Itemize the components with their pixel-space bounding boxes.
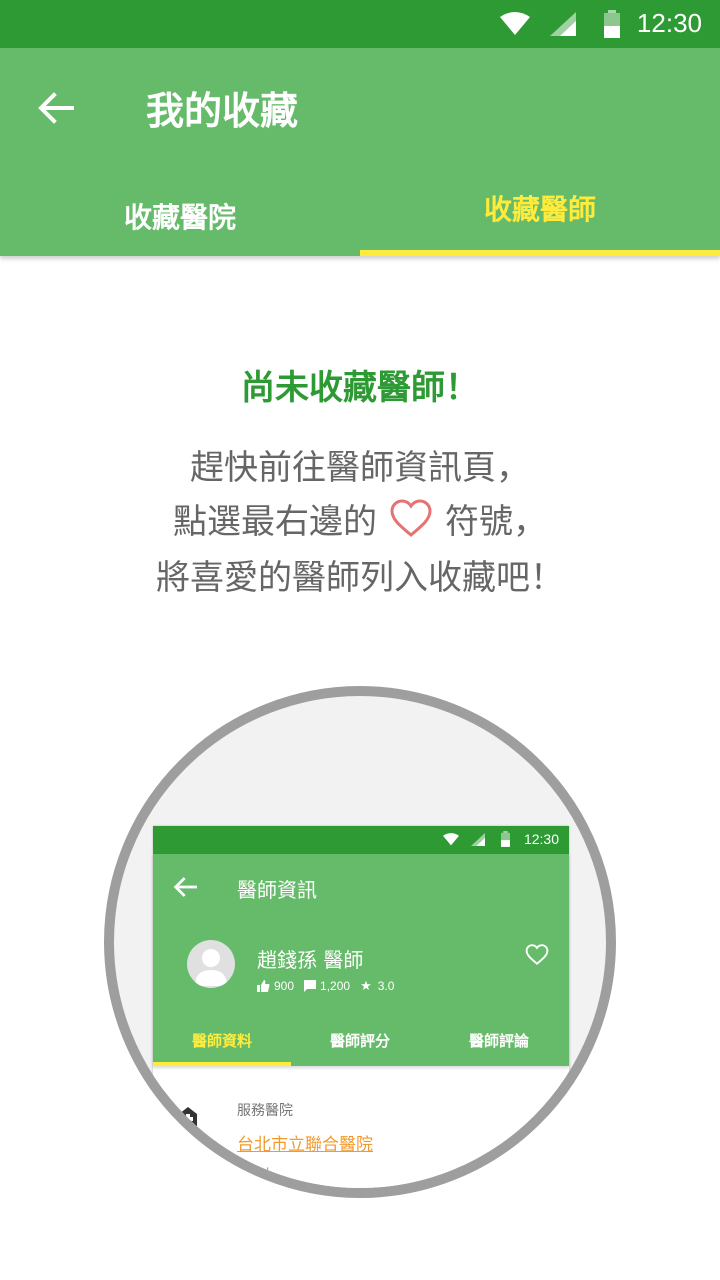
empty-state-line-3: 將喜愛的醫師列入收藏吧！	[156, 558, 564, 598]
comments-stat: 1,200	[304, 979, 350, 993]
empty-state-line-1: 趕快前往醫師資訊頁，	[190, 448, 530, 488]
hospital-icon	[179, 1107, 197, 1128]
illustration-stats: 900 1,200 ★ 3.0	[257, 978, 404, 994]
tab-favorite-hospitals[interactable]: 收藏醫院	[0, 176, 360, 256]
illustration-screen: 12:30 醫師資訊 趙錢孫 醫師 900 1,200 ★ 3.0 醫師資料 醫…	[153, 826, 569, 1188]
back-arrow-icon	[173, 877, 197, 897]
thumb-up-icon	[257, 980, 270, 992]
battery-icon	[501, 831, 510, 847]
illustration-field-label: 服務醫院	[237, 1103, 293, 1119]
comments-count: 1,200	[320, 979, 351, 993]
signal-icon	[550, 12, 576, 36]
illustration-tab-reviews: 醫師評論	[468, 1032, 529, 1050]
avatar-icon	[187, 940, 235, 988]
heart-outline-icon	[389, 499, 433, 548]
app-bar: 我的收藏 收藏醫院 收藏醫師	[0, 48, 720, 256]
empty-state-line-2: 點選最右邊的 符號，	[0, 494, 720, 548]
illustration-tab-score: 醫師評分	[329, 1032, 390, 1050]
tab-label: 收藏醫師	[483, 193, 596, 226]
back-button[interactable]	[26, 80, 86, 136]
status-bar: 12:30	[0, 0, 720, 48]
star-icon: ★	[360, 978, 372, 993]
illustration-app-bar: 醫師資訊 趙錢孫 醫師 900 1,200 ★ 3.0 醫師資料 醫師評分 醫師…	[153, 854, 569, 1066]
likes-count: 900	[274, 979, 295, 993]
tab-label: 收藏醫院	[123, 201, 236, 234]
illustration-status-time: 12:30	[523, 831, 559, 847]
tab-favorite-doctors[interactable]: 收藏醫師	[360, 176, 720, 256]
illustration-hospital-link: 台北市立聯合醫院	[237, 1135, 373, 1155]
wifi-icon	[443, 833, 459, 846]
illustration-tab-info: 醫師資料	[191, 1032, 252, 1050]
likes-stat: 900	[257, 979, 294, 993]
line2-before: 點選最右邊的	[173, 502, 377, 542]
illustration-doctor-name: 趙錢孫 醫師	[257, 948, 364, 972]
illustration-department: 醫科	[237, 1167, 271, 1187]
comment-icon	[304, 980, 317, 992]
line2-after: 符號，	[445, 502, 547, 542]
illustration-title: 醫師資訊	[237, 878, 317, 902]
page-title: 我的收藏	[146, 89, 299, 133]
tutorial-illustration: 12:30 醫師資訊 趙錢孫 醫師 900 1,200 ★ 3.0 醫師資料 醫…	[104, 686, 616, 1198]
battery-icon	[604, 10, 620, 38]
back-arrow-icon	[38, 92, 74, 124]
status-time: 12:30	[636, 8, 702, 38]
rating-stat: ★ 3.0	[360, 978, 394, 994]
signal-icon	[471, 833, 485, 846]
illustration-tab-indicator	[153, 1062, 291, 1066]
empty-state-title: 尚未收藏醫師！	[241, 368, 479, 408]
illustration-status-bar: 12:30	[153, 826, 569, 854]
rating-value: 3.0	[377, 979, 395, 993]
wifi-icon	[500, 12, 530, 35]
heart-outline-icon	[525, 944, 549, 965]
tab-indicator	[360, 250, 720, 256]
